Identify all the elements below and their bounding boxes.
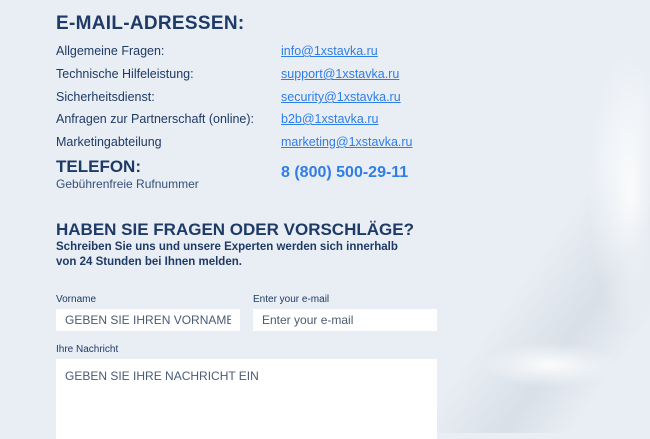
email-section-heading: E-MAIL-ADRESSEN: <box>56 13 245 34</box>
email-input[interactable] <box>253 309 437 331</box>
email-link-info[interactable]: info@1xstavka.ru <box>281 44 378 58</box>
first-name-input[interactable] <box>56 309 240 331</box>
phone-section-heading: TELEFON: <box>56 157 141 176</box>
form-heading: HABEN SIE FRAGEN ODER VORSCHLÄGE? <box>56 220 414 239</box>
email-field-label: Enter your e-mail <box>253 294 330 305</box>
contact-label-marketing: Marketingabteilung <box>56 135 162 149</box>
email-link-support[interactable]: support@1xstavka.ru <box>281 67 399 81</box>
contact-label-partnership: Anfragen zur Partnerschaft (online): <box>56 112 255 126</box>
message-textarea[interactable] <box>56 359 437 439</box>
form-subtitle: Schreiben Sie uns und unsere Experten we… <box>56 241 398 268</box>
email-link-security[interactable]: security@1xstavka.ru <box>281 90 401 104</box>
email-link-b2b[interactable]: b2b@1xstavka.ru <box>281 112 378 126</box>
phone-subtitle: Gebührenfreie Rufnummer <box>56 177 199 191</box>
first-name-label: Vorname <box>56 294 97 305</box>
contact-label-security: Sicherheitsdienst: <box>56 90 155 104</box>
background-decoration <box>430 0 650 433</box>
email-link-marketing[interactable]: marketing@1xstavka.ru <box>281 135 413 149</box>
contact-label-general: Allgemeine Fragen: <box>56 44 165 58</box>
phone-number[interactable]: 8 (800) 500-29-11 <box>281 164 408 182</box>
message-label: Ihre Nachricht <box>56 344 119 355</box>
contact-label-tech-support: Technische Hilfeleistung: <box>56 67 194 81</box>
